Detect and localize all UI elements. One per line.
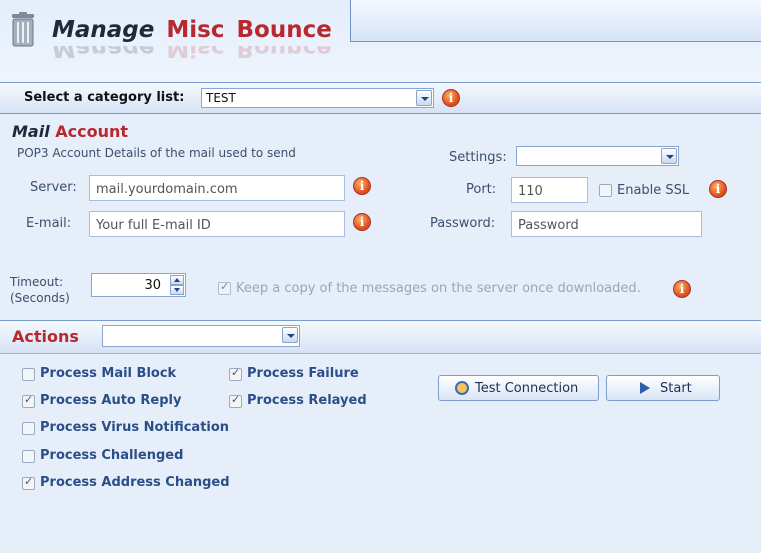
ssl-info-icon[interactable]: i: [709, 180, 727, 198]
option-label: Process Relayed: [247, 393, 367, 408]
option-checkbox[interactable]: [22, 422, 35, 435]
title-reflection: Manage Misc Bounce: [52, 46, 332, 64]
category-select[interactable]: TEST: [201, 88, 434, 108]
enable-ssl-label: Enable SSL: [617, 183, 690, 198]
page-title-manage: Manage: [52, 17, 155, 43]
start-label: Start: [660, 381, 692, 396]
category-select-value: TEST: [206, 91, 236, 105]
page-title-misc: Misc: [166, 17, 225, 43]
timeout-spinner[interactable]: 30: [91, 273, 186, 297]
server-info-icon[interactable]: i: [353, 177, 371, 195]
mail-account-title: Mail Account: [12, 122, 128, 141]
trash-can-icon: [12, 12, 34, 47]
option-label: Process Mail Block: [40, 366, 177, 381]
category-label: Select a category list:: [24, 90, 185, 105]
test-connection-label: Test Connection: [475, 381, 579, 396]
option-checkbox[interactable]: [229, 366, 242, 381]
reflection-misc: Misc: [166, 46, 225, 61]
email-info-icon[interactable]: i: [353, 213, 371, 231]
option-checkbox[interactable]: [22, 368, 35, 381]
option-label: Process Auto Reply: [40, 393, 182, 408]
option-label: Process Failure: [247, 366, 359, 381]
mail-account-title-account: Account: [55, 122, 129, 141]
timeout-value: 30: [144, 278, 161, 293]
option-label: Process Address Changed: [40, 475, 230, 490]
keep-copy-info-icon[interactable]: i: [673, 280, 691, 298]
password-label: Password:: [430, 216, 496, 231]
option-checkbox[interactable]: [22, 450, 35, 463]
title-bar: [350, 0, 761, 42]
server-label: Server:: [30, 180, 77, 195]
page-title: Manage Misc Bounce: [52, 14, 332, 46]
page-title-bounce: Bounce: [236, 17, 332, 43]
keep-copy-label: Keep a copy of the messages on the serve…: [236, 281, 641, 296]
server-input[interactable]: mail.yourdomain.com: [89, 175, 345, 201]
email-label: E-mail:: [26, 216, 72, 231]
enable-ssl-checkbox[interactable]: [599, 184, 612, 197]
reflection-bounce: Bounce: [236, 46, 332, 61]
spin-up-icon[interactable]: [170, 275, 184, 285]
email-input[interactable]: Your full E-mail ID: [89, 211, 345, 237]
option-checkbox[interactable]: [22, 393, 35, 408]
start-button[interactable]: Start: [606, 375, 720, 401]
chevron-down-icon[interactable]: [282, 327, 298, 343]
chevron-down-icon[interactable]: [416, 90, 432, 106]
option-checkbox[interactable]: [22, 475, 35, 490]
timeout-label: Timeout: (Seconds): [10, 274, 70, 306]
spin-down-icon[interactable]: [170, 285, 184, 295]
actions-title: Actions: [12, 327, 79, 346]
timeout-label-line2: (Seconds): [10, 291, 70, 305]
info-icon[interactable]: i: [442, 89, 460, 107]
mail-account-title-mail: Mail: [12, 122, 50, 141]
reflection-manage: Manage: [52, 46, 155, 61]
option-label: Process Challenged: [40, 448, 184, 463]
password-input[interactable]: Password: [511, 211, 702, 237]
timeout-label-line1: Timeout:: [10, 275, 64, 289]
settings-label: Settings:: [449, 150, 507, 165]
port-label: Port:: [466, 182, 497, 197]
option-checkbox[interactable]: [229, 393, 242, 408]
keep-copy-checkbox[interactable]: [218, 280, 231, 295]
chevron-down-icon[interactable]: [661, 148, 677, 164]
play-icon: [640, 382, 650, 394]
actions-select[interactable]: [102, 325, 300, 347]
settings-select[interactable]: [516, 146, 679, 166]
mail-account-subtitle: POP3 Account Details of the mail used to…: [17, 146, 296, 160]
port-input[interactable]: 110: [511, 177, 588, 203]
option-label: Process Virus Notification: [40, 420, 230, 435]
plug-icon: [455, 381, 469, 395]
test-connection-button[interactable]: Test Connection: [438, 375, 599, 401]
